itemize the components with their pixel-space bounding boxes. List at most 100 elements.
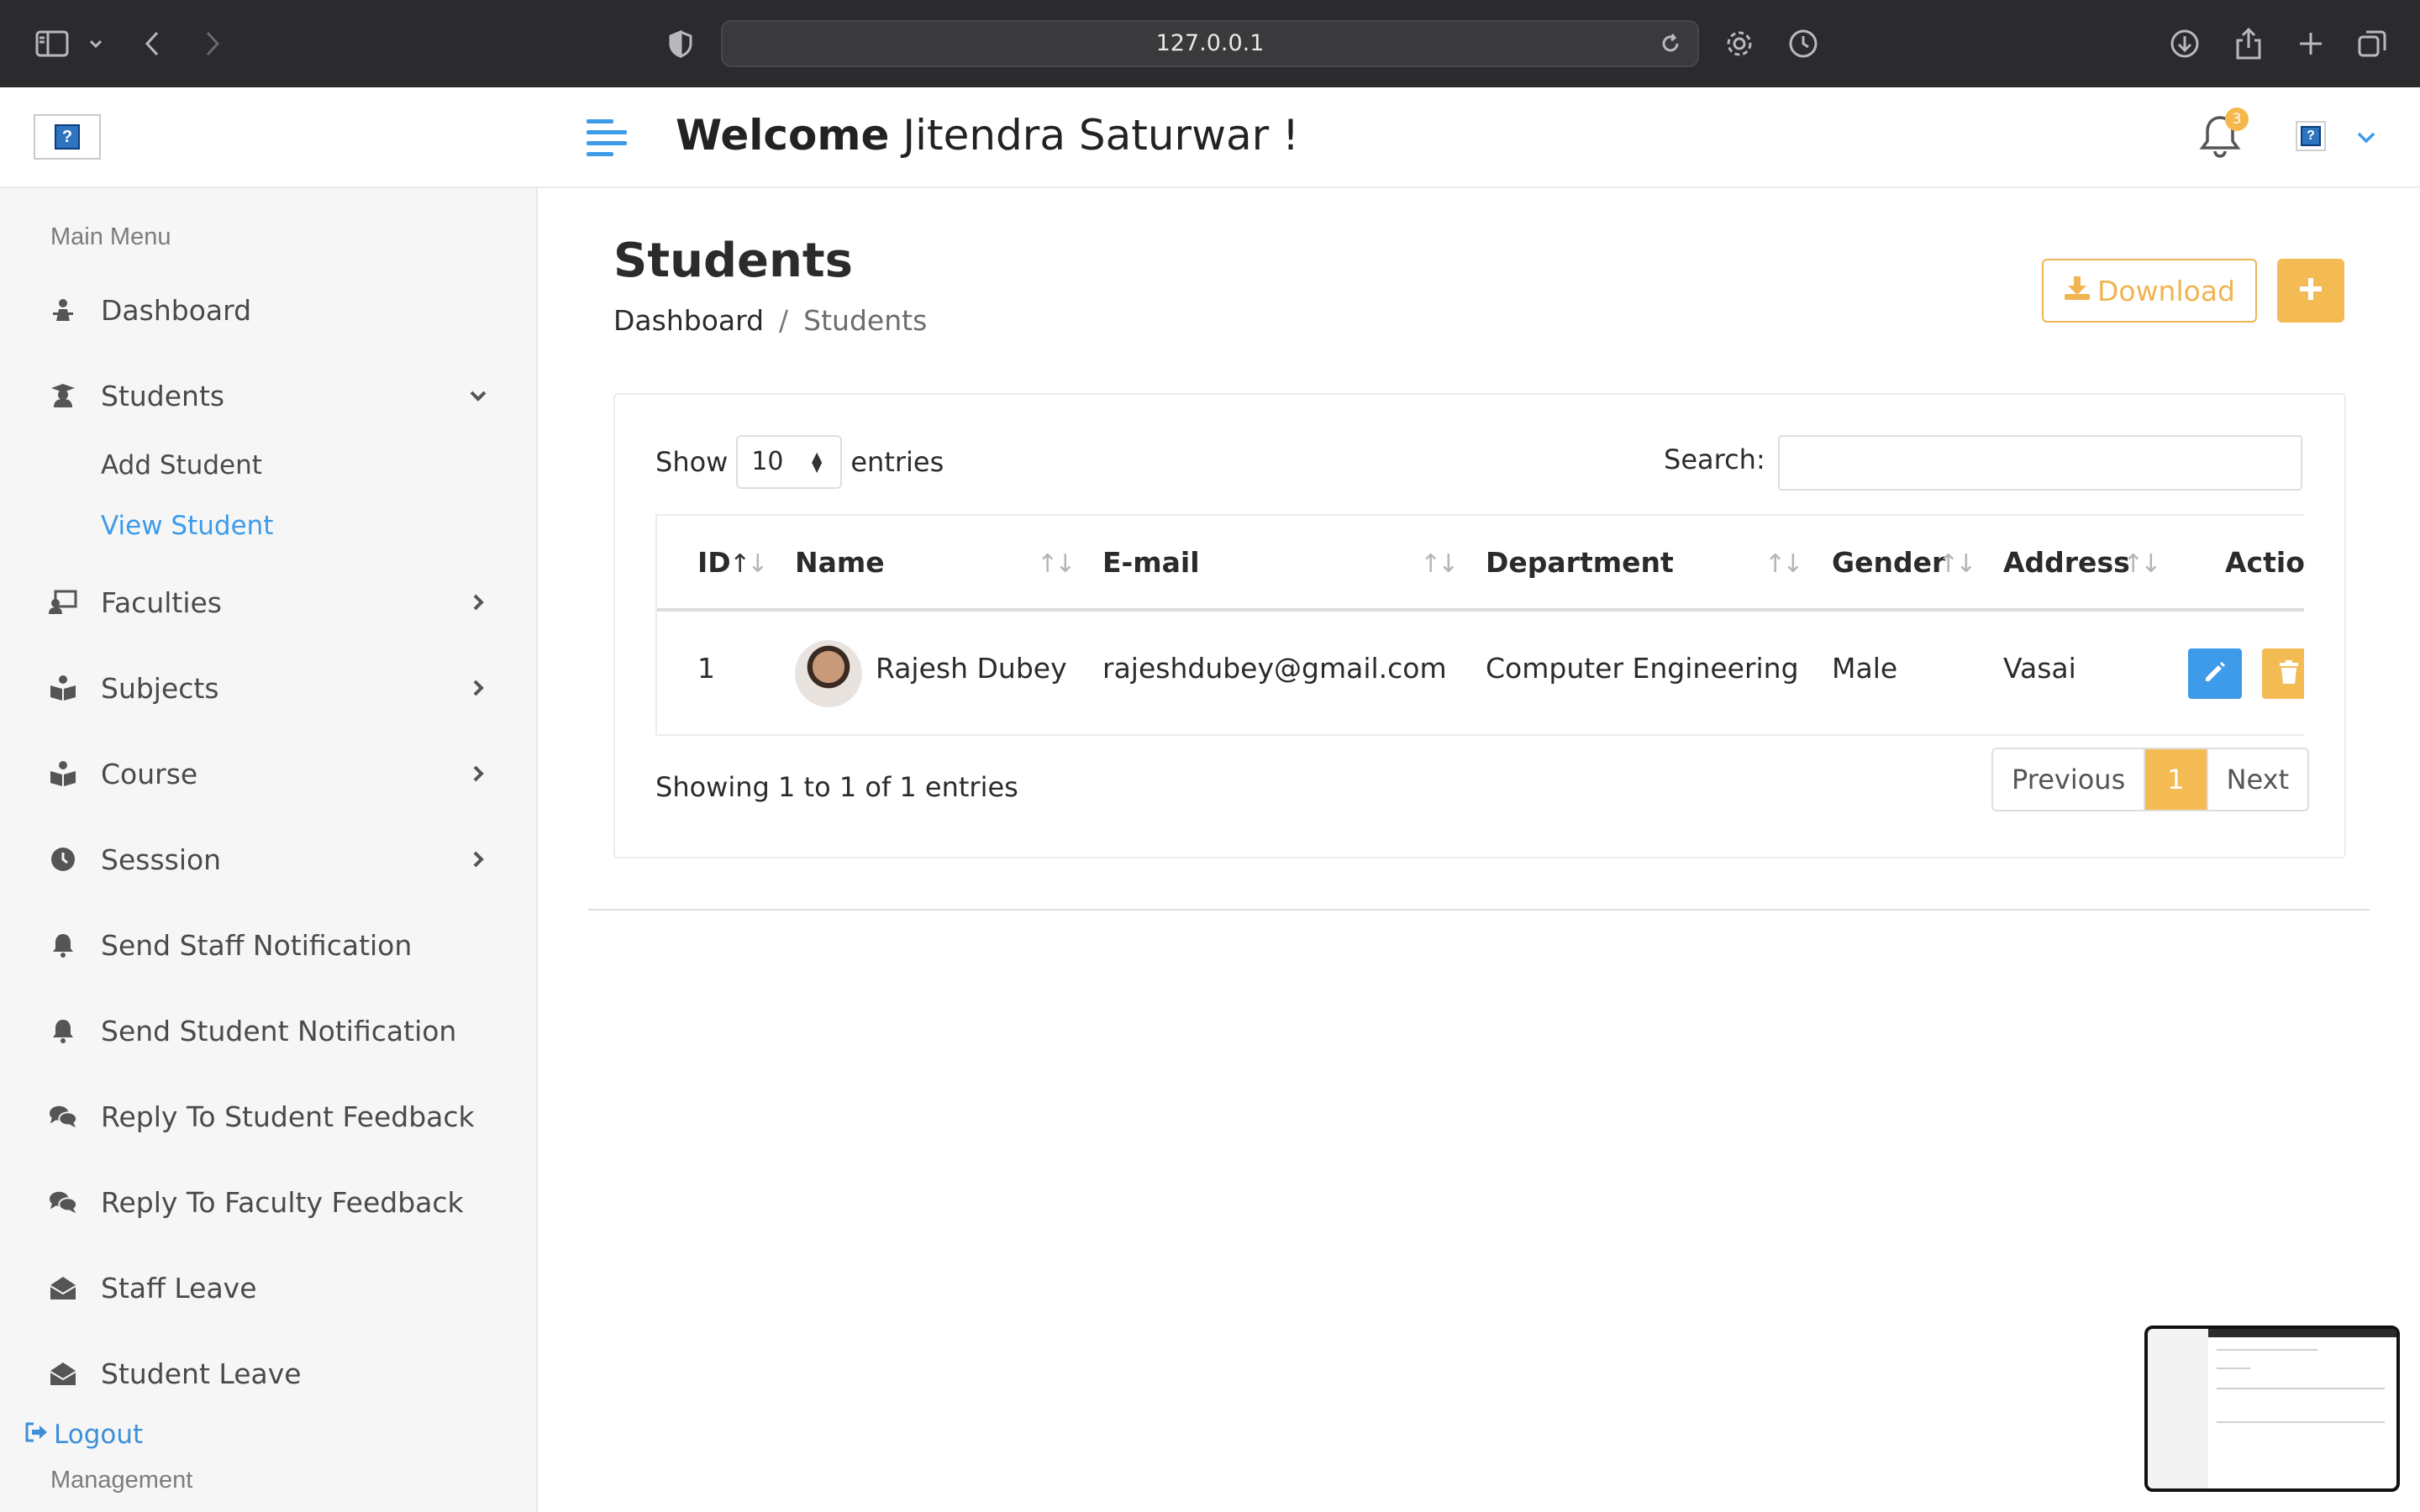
sidebar-item-faculties[interactable]: Faculties [0,573,538,632]
sidebar-item-label: Faculties [101,585,223,619]
column-header-action: Action [2225,546,2304,579]
teacher-icon [49,590,77,615]
sort-icon[interactable]: ↑↓ [1765,549,1803,579]
cell-email: rajeshdubey@gmail.com [1102,652,1447,685]
logo[interactable]: ? [34,114,101,160]
breadcrumb-separator: / [779,304,789,337]
sort-ascending-icon[interactable]: ↑↓ [729,549,768,579]
sidebar-toggle-icon[interactable] [34,20,71,67]
student-avatar [795,640,862,707]
breadcrumb-dashboard[interactable]: Dashboard [613,304,764,337]
add-student-button[interactable] [2277,259,2344,323]
delete-button[interactable] [2262,648,2304,699]
back-icon[interactable] [138,20,166,67]
welcome-word: Welcome [676,111,890,160]
sidebar-item-course[interactable]: Course [0,744,538,803]
column-header-department[interactable]: Department [1486,546,1674,579]
pagination-previous[interactable]: Previous [1993,749,2146,810]
column-header-email[interactable]: E-mail [1102,546,1200,579]
notification-badge: 3 [2225,108,2249,131]
comments-icon [49,1189,77,1215]
clock-icon [49,847,77,872]
sidebar-item-label: Send Student Notification [101,1014,457,1047]
sidebar-item-students[interactable]: Students [0,366,538,425]
user-avatar[interactable]: ? [2296,121,2326,151]
logout-link[interactable]: Logout [24,1420,143,1450]
download-icon [2064,275,2091,307]
sidebar-item-reply-faculty-feedback[interactable]: Reply To Faculty Feedback [0,1173,538,1231]
chevron-down-icon[interactable] [2356,129,2376,146]
logout-label: Logout [54,1420,144,1450]
sidebar-item-label: Dashboard [101,293,252,327]
sidebar-item-staff-leave[interactable]: Staff Leave [0,1258,538,1317]
shield-icon[interactable] [664,20,697,67]
search-input[interactable] [1778,435,2302,491]
sidebar-item-label: Students [101,379,225,412]
envelope-open-icon [49,1275,77,1300]
book-reader-icon [49,675,77,701]
download-label: Download [2096,274,2236,307]
cell-name: Rajesh Dubey [876,652,1067,685]
breadcrumb-current: Students [803,304,928,337]
sidebar-item-label: Student Leave [101,1357,302,1390]
forward-icon[interactable] [198,20,227,67]
table-header-row: ID ↑↓ Name ↑↓ E-mail ↑↓ Department ↑↓ Ge… [657,514,2304,612]
sort-icon[interactable]: ↑↓ [1938,549,1976,579]
screenshot-thumbnail[interactable] [2144,1326,2400,1492]
history-icon[interactable] [1785,20,1822,67]
management-title: Management [50,1467,193,1494]
address-bar[interactable]: 127.0.0.1 [721,20,1699,67]
sidebar-item-reply-student-feedback[interactable]: Reply To Student Feedback [0,1087,538,1146]
sidebar-item-subjects[interactable]: Subjects [0,659,538,717]
sort-icon[interactable]: ↑↓ [1037,549,1076,579]
sign-out-icon [24,1420,49,1450]
column-header-address[interactable]: Address [2003,546,2130,579]
submenu-view-student[interactable]: View Student [101,511,273,541]
main-menu-title: Main Menu [50,223,171,250]
pagination-page-1[interactable]: 1 [2145,749,2207,810]
chevron-right-icon [467,848,489,870]
dashboard-icon [49,297,77,323]
sort-icon[interactable]: ↑↓ [2123,549,2161,579]
sidebar-item-label: Subjects [101,671,219,705]
page-title: Students [613,234,854,288]
comments-icon [49,1104,77,1129]
sidebar-item-label: Course [101,757,198,790]
tabs-overview-icon[interactable] [2354,20,2390,67]
search-label: Search: [1664,444,1765,475]
entries-select[interactable]: 10 ▲ ▼ [736,435,843,489]
chevron-down-icon[interactable] [84,20,108,67]
sidebar-item-label: Sesssion [101,843,222,876]
envelope-open-icon [49,1361,77,1386]
hamburger-menu-icon[interactable] [587,119,629,156]
gear-icon[interactable] [1721,20,1758,67]
sidebar-item-label: Reply To Faculty Feedback [101,1185,464,1219]
sidebar-item-send-student-notification[interactable]: Send Student Notification [0,1001,538,1060]
sort-icon[interactable]: ↑↓ [1420,549,1459,579]
share-icon[interactable] [2232,20,2265,67]
trash-icon [2278,659,2300,688]
column-header-gender[interactable]: Gender [1832,546,1945,579]
edit-button[interactable] [2188,648,2242,699]
sidebar-item-label: Reply To Student Feedback [101,1100,475,1133]
content-divider [588,909,2370,911]
submenu-add-student[interactable]: Add Student [101,450,262,480]
reload-icon[interactable] [1659,32,1682,59]
chevron-right-icon [467,591,489,613]
breadcrumb: Dashboard / Students [613,304,927,337]
entries-select-value: 10 [751,447,784,476]
bell-icon [49,1018,77,1043]
download-button[interactable]: Download [2042,259,2257,323]
sidebar-item-dashboard[interactable]: Dashboard [0,281,538,339]
sidebar-item-session[interactable]: Sesssion [0,830,538,889]
sidebar-item-send-staff-notification[interactable]: Send Staff Notification [0,916,538,974]
sidebar-item-student-leave[interactable]: Student Leave [0,1344,538,1403]
table-info: Showing 1 to 1 of 1 entries [655,771,1018,803]
new-tab-icon[interactable] [2294,20,2328,67]
cell-id: 1 [697,652,715,685]
download-icon[interactable] [2166,20,2203,67]
pagination-next[interactable]: Next [2206,749,2308,810]
cell-address: Vasai [2003,652,2076,685]
column-header-id[interactable]: ID [697,546,731,579]
column-header-name[interactable]: Name [795,546,885,579]
